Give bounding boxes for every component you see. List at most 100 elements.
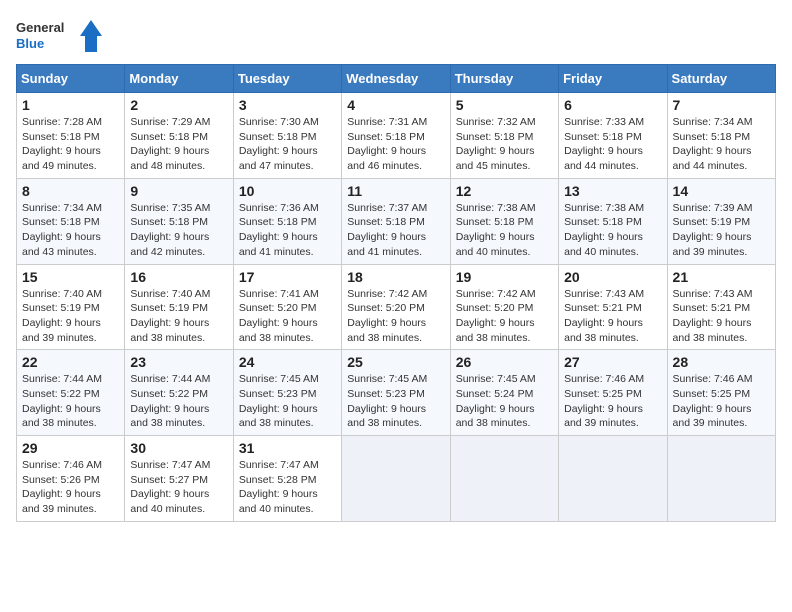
calendar-cell: 31 Sunrise: 7:47 AM Sunset: 5:28 PM Dayli… (233, 436, 341, 522)
day-number: 23 (130, 354, 227, 370)
day-number: 30 (130, 440, 227, 456)
day-number: 19 (456, 269, 553, 285)
day-number: 11 (347, 183, 444, 199)
day-number: 14 (673, 183, 770, 199)
week-row-1: 1 Sunrise: 7:28 AM Sunset: 5:18 PM Daylig… (17, 93, 776, 179)
day-info: Sunrise: 7:34 AM Sunset: 5:18 PM Dayligh… (22, 201, 119, 260)
logo-svg: General Blue (16, 16, 106, 56)
header: General Blue (16, 16, 776, 56)
day-number: 26 (456, 354, 553, 370)
day-number: 18 (347, 269, 444, 285)
calendar-cell: 25 Sunrise: 7:45 AM Sunset: 5:23 PM Dayli… (342, 350, 450, 436)
day-info: Sunrise: 7:42 AM Sunset: 5:20 PM Dayligh… (347, 287, 444, 346)
calendar-cell: 21 Sunrise: 7:43 AM Sunset: 5:21 PM Dayli… (667, 264, 775, 350)
header-tuesday: Tuesday (233, 65, 341, 93)
calendar-cell: 1 Sunrise: 7:28 AM Sunset: 5:18 PM Daylig… (17, 93, 125, 179)
day-number: 3 (239, 97, 336, 113)
calendar-cell: 30 Sunrise: 7:47 AM Sunset: 5:27 PM Dayli… (125, 436, 233, 522)
day-number: 28 (673, 354, 770, 370)
day-info: Sunrise: 7:47 AM Sunset: 5:27 PM Dayligh… (130, 458, 227, 517)
day-number: 29 (22, 440, 119, 456)
svg-text:Blue: Blue (16, 36, 44, 51)
day-number: 5 (456, 97, 553, 113)
calendar-cell: 10 Sunrise: 7:36 AM Sunset: 5:18 PM Dayli… (233, 178, 341, 264)
calendar-cell: 28 Sunrise: 7:46 AM Sunset: 5:25 PM Dayli… (667, 350, 775, 436)
day-info: Sunrise: 7:35 AM Sunset: 5:18 PM Dayligh… (130, 201, 227, 260)
day-info: Sunrise: 7:46 AM Sunset: 5:25 PM Dayligh… (564, 372, 661, 431)
calendar-cell (450, 436, 558, 522)
calendar-header-row: SundayMondayTuesdayWednesdayThursdayFrid… (17, 65, 776, 93)
day-number: 24 (239, 354, 336, 370)
day-info: Sunrise: 7:33 AM Sunset: 5:18 PM Dayligh… (564, 115, 661, 174)
day-number: 9 (130, 183, 227, 199)
day-number: 4 (347, 97, 444, 113)
day-info: Sunrise: 7:46 AM Sunset: 5:25 PM Dayligh… (673, 372, 770, 431)
day-number: 22 (22, 354, 119, 370)
calendar-cell: 20 Sunrise: 7:43 AM Sunset: 5:21 PM Dayli… (559, 264, 667, 350)
calendar-cell: 6 Sunrise: 7:33 AM Sunset: 5:18 PM Daylig… (559, 93, 667, 179)
header-friday: Friday (559, 65, 667, 93)
day-info: Sunrise: 7:38 AM Sunset: 5:18 PM Dayligh… (564, 201, 661, 260)
calendar-cell: 23 Sunrise: 7:44 AM Sunset: 5:22 PM Dayli… (125, 350, 233, 436)
day-info: Sunrise: 7:28 AM Sunset: 5:18 PM Dayligh… (22, 115, 119, 174)
day-info: Sunrise: 7:43 AM Sunset: 5:21 PM Dayligh… (673, 287, 770, 346)
day-info: Sunrise: 7:37 AM Sunset: 5:18 PM Dayligh… (347, 201, 444, 260)
day-info: Sunrise: 7:44 AM Sunset: 5:22 PM Dayligh… (130, 372, 227, 431)
calendar-cell: 15 Sunrise: 7:40 AM Sunset: 5:19 PM Dayli… (17, 264, 125, 350)
day-number: 10 (239, 183, 336, 199)
day-number: 2 (130, 97, 227, 113)
calendar-cell: 11 Sunrise: 7:37 AM Sunset: 5:18 PM Dayli… (342, 178, 450, 264)
logo: General Blue (16, 16, 106, 56)
day-info: Sunrise: 7:45 AM Sunset: 5:23 PM Dayligh… (239, 372, 336, 431)
week-row-2: 8 Sunrise: 7:34 AM Sunset: 5:18 PM Daylig… (17, 178, 776, 264)
calendar-cell (559, 436, 667, 522)
calendar-cell: 4 Sunrise: 7:31 AM Sunset: 5:18 PM Daylig… (342, 93, 450, 179)
day-info: Sunrise: 7:41 AM Sunset: 5:20 PM Dayligh… (239, 287, 336, 346)
week-row-3: 15 Sunrise: 7:40 AM Sunset: 5:19 PM Dayli… (17, 264, 776, 350)
day-number: 7 (673, 97, 770, 113)
day-info: Sunrise: 7:29 AM Sunset: 5:18 PM Dayligh… (130, 115, 227, 174)
day-number: 21 (673, 269, 770, 285)
day-info: Sunrise: 7:44 AM Sunset: 5:22 PM Dayligh… (22, 372, 119, 431)
day-info: Sunrise: 7:39 AM Sunset: 5:19 PM Dayligh… (673, 201, 770, 260)
day-info: Sunrise: 7:40 AM Sunset: 5:19 PM Dayligh… (130, 287, 227, 346)
day-number: 12 (456, 183, 553, 199)
day-info: Sunrise: 7:38 AM Sunset: 5:18 PM Dayligh… (456, 201, 553, 260)
week-row-5: 29 Sunrise: 7:46 AM Sunset: 5:26 PM Dayli… (17, 436, 776, 522)
day-info: Sunrise: 7:42 AM Sunset: 5:20 PM Dayligh… (456, 287, 553, 346)
day-number: 6 (564, 97, 661, 113)
calendar-cell: 7 Sunrise: 7:34 AM Sunset: 5:18 PM Daylig… (667, 93, 775, 179)
calendar-cell: 14 Sunrise: 7:39 AM Sunset: 5:19 PM Dayli… (667, 178, 775, 264)
day-number: 16 (130, 269, 227, 285)
day-number: 1 (22, 97, 119, 113)
day-number: 25 (347, 354, 444, 370)
day-number: 15 (22, 269, 119, 285)
calendar-cell: 13Sunrise: 7:38 AM Sunset: 5:18 PM Dayli… (559, 178, 667, 264)
day-info: Sunrise: 7:34 AM Sunset: 5:18 PM Dayligh… (673, 115, 770, 174)
calendar-cell: 5Sunrise: 7:32 AM Sunset: 5:18 PM Daylig… (450, 93, 558, 179)
header-monday: Monday (125, 65, 233, 93)
calendar-cell: 22 Sunrise: 7:44 AM Sunset: 5:22 PM Dayli… (17, 350, 125, 436)
day-info: Sunrise: 7:43 AM Sunset: 5:21 PM Dayligh… (564, 287, 661, 346)
day-number: 31 (239, 440, 336, 456)
day-info: Sunrise: 7:40 AM Sunset: 5:19 PM Dayligh… (22, 287, 119, 346)
day-number: 27 (564, 354, 661, 370)
header-saturday: Saturday (667, 65, 775, 93)
day-info: Sunrise: 7:30 AM Sunset: 5:18 PM Dayligh… (239, 115, 336, 174)
calendar-cell: 16 Sunrise: 7:40 AM Sunset: 5:19 PM Dayli… (125, 264, 233, 350)
calendar-cell: 17Sunrise: 7:41 AM Sunset: 5:20 PM Dayli… (233, 264, 341, 350)
day-info: Sunrise: 7:47 AM Sunset: 5:28 PM Dayligh… (239, 458, 336, 517)
week-row-4: 22 Sunrise: 7:44 AM Sunset: 5:22 PM Dayli… (17, 350, 776, 436)
day-number: 8 (22, 183, 119, 199)
day-info: Sunrise: 7:46 AM Sunset: 5:26 PM Dayligh… (22, 458, 119, 517)
calendar-cell: 27 Sunrise: 7:46 AM Sunset: 5:25 PM Dayli… (559, 350, 667, 436)
calendar-cell (342, 436, 450, 522)
day-number: 20 (564, 269, 661, 285)
day-info: Sunrise: 7:31 AM Sunset: 5:18 PM Dayligh… (347, 115, 444, 174)
day-info: Sunrise: 7:45 AM Sunset: 5:23 PM Dayligh… (347, 372, 444, 431)
svg-text:General: General (16, 20, 64, 35)
header-wednesday: Wednesday (342, 65, 450, 93)
calendar-cell (667, 436, 775, 522)
calendar-table: SundayMondayTuesdayWednesdayThursdayFrid… (16, 64, 776, 522)
day-info: Sunrise: 7:36 AM Sunset: 5:18 PM Dayligh… (239, 201, 336, 260)
